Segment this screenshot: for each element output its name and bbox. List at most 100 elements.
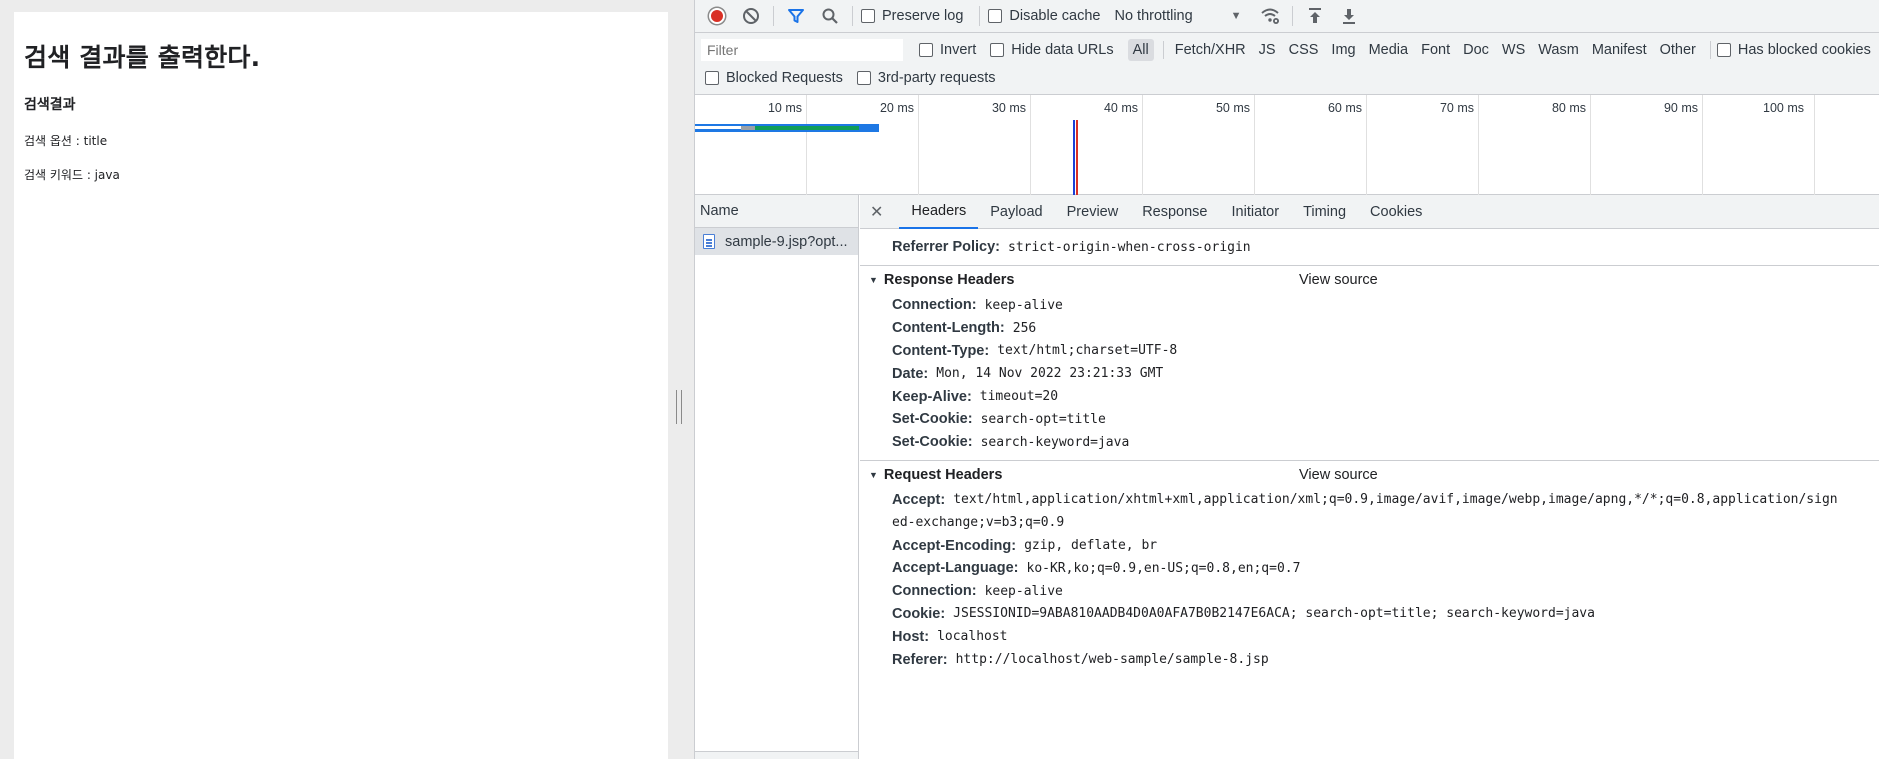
disable-cache-checkbox[interactable]: Disable cache bbox=[988, 8, 1100, 24]
tick-label: 70 ms bbox=[1439, 101, 1474, 115]
record-button[interactable] bbox=[703, 2, 731, 30]
document-icon bbox=[703, 234, 715, 249]
export-har-button[interactable] bbox=[1335, 2, 1363, 30]
invert-checkbox[interactable]: Invert bbox=[919, 42, 976, 58]
response-header-row: Date: Mon, 14 Nov 2022 23:21:33 GMT bbox=[892, 365, 1164, 382]
request-header-row: Host: localhost bbox=[892, 628, 1008, 645]
request-header-continuation: ed-exchange;v=b3;q=0.9 bbox=[892, 515, 1065, 531]
request-timing-bar bbox=[695, 126, 741, 129]
download-icon bbox=[1342, 9, 1355, 24]
type-filter-ws[interactable]: WS bbox=[1497, 39, 1530, 61]
request-header-row: Accept-Encoding: gzip, deflate, br bbox=[892, 537, 1158, 554]
tab-timing[interactable]: Timing bbox=[1291, 195, 1358, 229]
preserve-log-checkbox[interactable]: Preserve log bbox=[861, 8, 963, 24]
type-filter-other[interactable]: Other bbox=[1655, 39, 1701, 61]
request-headers-section[interactable]: ▼ Request Headers View source bbox=[860, 459, 1879, 489]
view-source-link[interactable]: View source bbox=[1299, 272, 1378, 288]
network-conditions-button[interactable] bbox=[1256, 2, 1284, 30]
request-header-row: Cookie: JSESSIONID=9ABA810AADB4D0A0AFA7B0… bbox=[892, 605, 1595, 622]
response-header-row: Content-Length: 256 bbox=[892, 320, 1037, 337]
tab-payload[interactable]: Payload bbox=[978, 195, 1054, 229]
details-tabs: ✕ Headers Payload Preview Response Initi… bbox=[860, 195, 1879, 229]
result-subheading: 검색결과 bbox=[24, 97, 76, 113]
tab-response[interactable]: Response bbox=[1130, 195, 1219, 229]
has-blocked-cookies-checkbox[interactable]: Has blocked cookies bbox=[1716, 42, 1871, 58]
tab-initiator[interactable]: Initiator bbox=[1220, 195, 1292, 229]
dropdown-caret-icon: ▼ bbox=[1230, 10, 1242, 22]
response-header-row: Keep-Alive: timeout=20 bbox=[892, 388, 1059, 405]
request-name: sample-9.jsp?opt... bbox=[725, 233, 848, 250]
type-filter-css[interactable]: CSS bbox=[1284, 39, 1324, 61]
type-filter-all[interactable]: All bbox=[1127, 39, 1154, 61]
throttling-select[interactable]: No throttling ▼ bbox=[1114, 8, 1241, 24]
network-toolbar: Preserve log Disable cache No throttling… bbox=[695, 0, 1879, 33]
hide-data-urls-checkbox[interactable]: Hide data URLs bbox=[990, 42, 1114, 58]
view-source-link[interactable]: View source bbox=[1299, 467, 1378, 483]
filter-toggle-button[interactable] bbox=[782, 2, 810, 30]
request-header-row: Accept: text/html,application/xhtml+xml,a… bbox=[892, 491, 1838, 508]
checkbox-icon bbox=[856, 71, 871, 85]
search-icon bbox=[822, 8, 838, 24]
import-har-button[interactable] bbox=[1301, 2, 1329, 30]
tick-label: 60 ms bbox=[1327, 101, 1362, 115]
checkbox-icon bbox=[705, 71, 719, 85]
tick-label: 100 ms bbox=[1763, 101, 1804, 115]
tab-cookies[interactable]: Cookies bbox=[1358, 195, 1434, 229]
request-list-footer bbox=[695, 751, 858, 759]
blocked-requests-checkbox[interactable]: Blocked Requests bbox=[705, 70, 843, 86]
filter-bar: Invert Hide data URLs All Fetch/XHR JS C… bbox=[695, 33, 1879, 95]
request-header-row: Connection: keep-alive bbox=[892, 583, 1063, 600]
checkbox-icon bbox=[990, 43, 1005, 57]
response-header-row: Connection: keep-alive bbox=[892, 297, 1063, 314]
third-party-requests-checkbox[interactable]: 3rd-party requests bbox=[856, 70, 996, 86]
search-button[interactable] bbox=[816, 2, 844, 30]
request-timing-bar bbox=[755, 126, 859, 130]
expand-triangle-icon: ▼ bbox=[869, 469, 878, 480]
tick-label: 80 ms bbox=[1551, 101, 1586, 115]
page-viewport: 검색 결과를 출력한다. 검색결과 검색 옵션 : title 검색 키워드 :… bbox=[0, 0, 694, 759]
tick-label: 30 ms bbox=[991, 101, 1026, 115]
clear-button[interactable] bbox=[737, 2, 765, 30]
page-document: 검색 결과를 출력한다. 검색결과 검색 옵션 : title 검색 키워드 :… bbox=[14, 12, 668, 759]
type-filter-img[interactable]: Img bbox=[1326, 39, 1360, 61]
type-filter-font[interactable]: Font bbox=[1416, 39, 1455, 61]
tick-label: 50 ms bbox=[1215, 101, 1250, 115]
page-heading: 검색 결과를 출력한다. bbox=[24, 43, 261, 72]
split-resize-handle[interactable] bbox=[676, 390, 682, 424]
name-column-header[interactable]: Name bbox=[695, 195, 858, 228]
tick-label: 40 ms bbox=[1103, 101, 1138, 115]
tab-preview[interactable]: Preview bbox=[1055, 195, 1131, 229]
checkbox-icon bbox=[1716, 43, 1731, 57]
header-row-referrer-policy: Referrer Policy: strict-origin-when-cros… bbox=[892, 239, 1251, 255]
upload-icon bbox=[1308, 8, 1321, 23]
response-headers-section[interactable]: ▼ Response Headers View source bbox=[860, 265, 1879, 294]
type-filter-media[interactable]: Media bbox=[1364, 39, 1414, 61]
timeline-overview[interactable]: 10 ms 20 ms 30 ms 40 ms 50 ms 60 ms 70 m… bbox=[695, 95, 1879, 195]
type-filter-fetch-xhr[interactable]: Fetch/XHR bbox=[1170, 39, 1251, 61]
expand-triangle-icon: ▼ bbox=[869, 275, 878, 285]
filter-input[interactable] bbox=[701, 39, 903, 61]
search-option-line: 검색 옵션 : title bbox=[24, 134, 108, 148]
checkbox-icon bbox=[988, 9, 1003, 23]
request-details: ✕ Headers Payload Preview Response Initi… bbox=[860, 195, 1879, 759]
request-header-row: Accept-Language: ko-KR,ko;q=0.9,en-US;q=0… bbox=[892, 560, 1301, 577]
devtools-network-panel: Preserve log Disable cache No throttling… bbox=[694, 0, 1879, 759]
load-event-marker bbox=[1076, 120, 1078, 195]
type-filter-wasm[interactable]: Wasm bbox=[1533, 39, 1584, 61]
type-filter-doc[interactable]: Doc bbox=[1458, 39, 1494, 61]
checkbox-icon bbox=[919, 43, 933, 57]
tick-label: 20 ms bbox=[879, 101, 914, 115]
wifi-settings-icon bbox=[1260, 8, 1279, 24]
request-list: Name sample-9.jsp?opt... bbox=[695, 195, 859, 759]
clear-icon bbox=[743, 8, 759, 24]
type-filter-js[interactable]: JS bbox=[1254, 39, 1281, 61]
type-filter-manifest[interactable]: Manifest bbox=[1587, 39, 1652, 61]
response-header-row: Content-Type: text/html;charset=UTF-8 bbox=[892, 342, 1178, 359]
close-icon[interactable]: ✕ bbox=[870, 202, 883, 222]
tab-headers[interactable]: Headers bbox=[899, 195, 979, 229]
request-timing-bar bbox=[741, 126, 755, 130]
checkbox-icon bbox=[861, 9, 875, 23]
response-header-row: Set-Cookie: search-keyword=java bbox=[892, 434, 1130, 451]
request-row[interactable]: sample-9.jsp?opt... bbox=[695, 228, 858, 255]
tick-label: 10 ms bbox=[767, 101, 802, 115]
